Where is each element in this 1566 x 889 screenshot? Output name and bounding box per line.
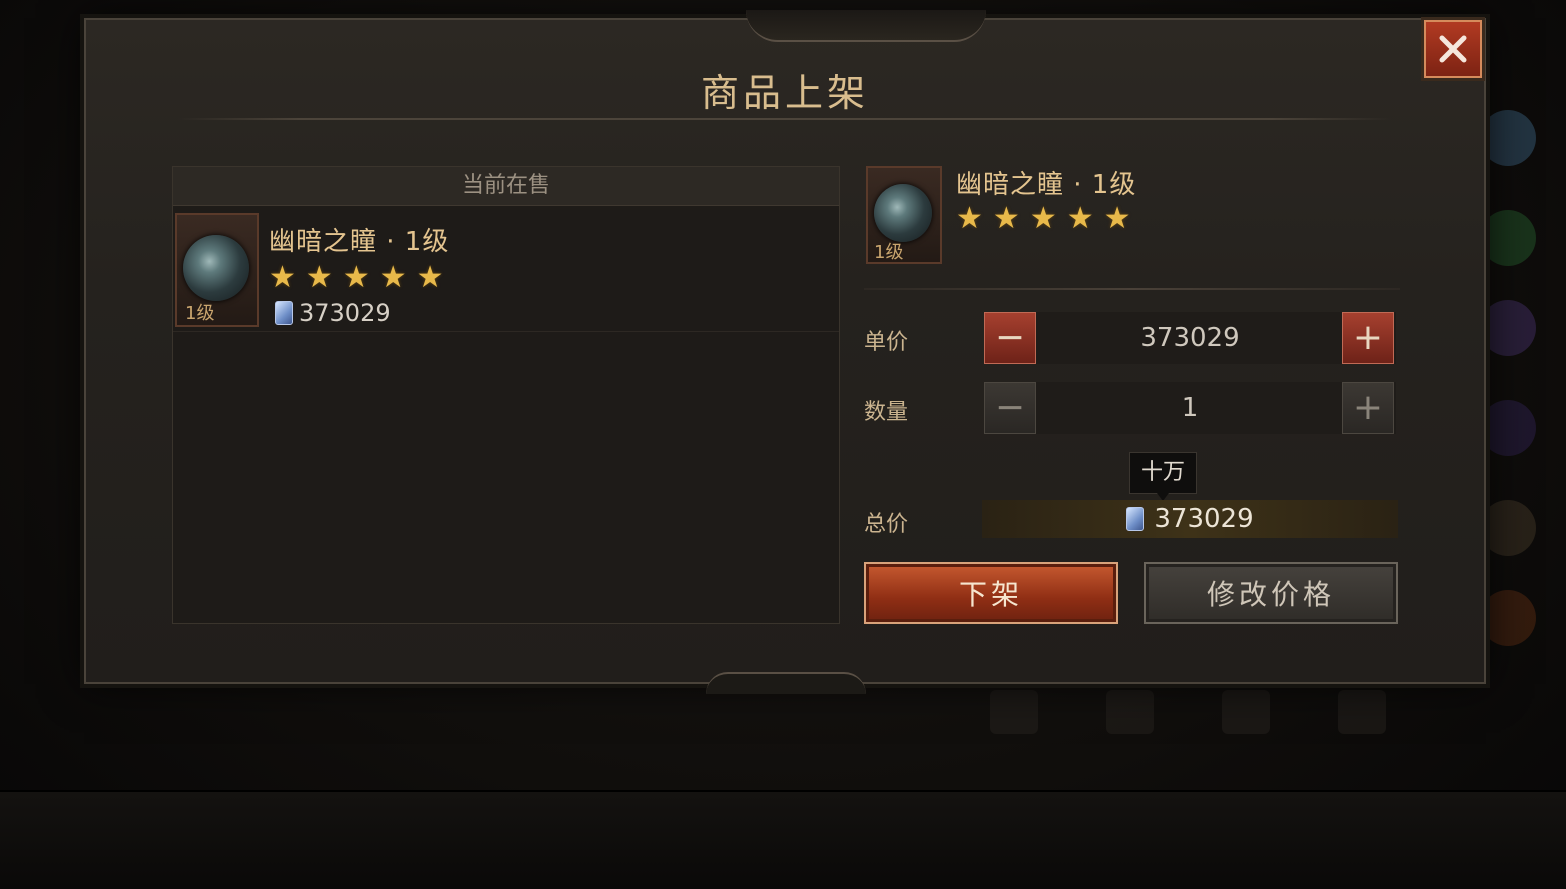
item-name: 幽暗之瞳 · 1级 — [269, 227, 450, 257]
item-level-tag: 1级 — [874, 242, 904, 263]
close-icon — [1439, 35, 1467, 63]
detail-divider — [864, 288, 1400, 290]
selected-item-slot: 1级 — [866, 166, 942, 264]
total-price-bar: 373029 — [982, 500, 1398, 538]
unit-price-decrease-button[interactable]: − — [984, 312, 1036, 364]
delist-button[interactable]: 下架 — [864, 562, 1118, 624]
star-icon: ★ — [342, 260, 370, 295]
side-orb-icon — [1480, 210, 1536, 266]
star-icon: ★ — [305, 260, 333, 295]
gem-icon — [1126, 507, 1145, 531]
current-sale-header: 当前在售 — [173, 167, 839, 206]
star-icon: ★ — [1029, 201, 1057, 236]
quantity-increase-button[interactable]: + — [1342, 382, 1394, 434]
close-button[interactable] — [1424, 20, 1482, 78]
item-level-tag: 1级 — [185, 303, 215, 324]
listing-price: 373029 — [275, 299, 391, 327]
star-icon: ★ — [992, 201, 1020, 236]
quantity-decrease-button[interactable]: − — [984, 382, 1036, 434]
crest-ornament-bottom — [706, 672, 866, 694]
total-price-value: 373029 — [1154, 504, 1254, 534]
dialog-title: 商品上架 — [700, 71, 869, 115]
current-sale-panel: 当前在售 1级 幽暗之瞳 · 1级 ★ ★ ★ ★ ★ 373029 — [172, 166, 840, 624]
star-rating: ★ ★ ★ ★ ★ — [269, 263, 444, 293]
modify-price-button[interactable]: 修改价格 — [1144, 562, 1398, 624]
quantity-value[interactable]: 1 — [1038, 382, 1342, 434]
quantity-stepper: − 1 + — [984, 382, 1396, 434]
star-icon: ★ — [416, 260, 444, 295]
selected-star-rating: ★ ★ ★ ★ ★ — [956, 204, 1131, 234]
unit-price-increase-button[interactable]: + — [1342, 312, 1394, 364]
star-icon: ★ — [269, 260, 296, 295]
dark-eye-orb-icon — [874, 184, 932, 242]
star-icon: ★ — [1066, 201, 1094, 236]
selected-item-name: 幽暗之瞳 · 1级 — [956, 170, 1137, 200]
listing-row[interactable]: 1级 幽暗之瞳 · 1级 ★ ★ ★ ★ ★ 373029 — [173, 213, 839, 332]
star-icon: ★ — [379, 260, 407, 295]
hud-icon — [990, 690, 1038, 734]
unit-price-value[interactable]: 373029 — [1038, 312, 1342, 364]
listing-price-value: 373029 — [299, 299, 391, 327]
title-divider — [178, 118, 1392, 120]
side-orb-icon — [1480, 590, 1536, 646]
star-icon: ★ — [1103, 201, 1131, 236]
side-orb-icon — [1480, 110, 1536, 166]
quantity-label: 数量 — [864, 400, 909, 425]
unit-price-label: 单价 — [864, 330, 909, 355]
unit-price-stepper: − 373029 + — [984, 312, 1396, 364]
crest-ornament — [746, 10, 986, 42]
bottom-bar — [0, 790, 1566, 889]
hud-icon — [1222, 690, 1270, 734]
gem-icon — [275, 301, 293, 325]
magnitude-tooltip: 十万 — [1129, 452, 1197, 501]
star-icon: ★ — [956, 201, 983, 236]
dark-eye-orb-icon — [183, 235, 249, 301]
total-label: 总价 — [864, 512, 909, 537]
side-orb-icon — [1480, 500, 1536, 556]
hud-icon — [1338, 690, 1386, 734]
side-orb-icon — [1480, 300, 1536, 356]
hud-icon — [1106, 690, 1154, 734]
side-orb-icon — [1480, 400, 1536, 456]
item-slot: 1级 — [175, 213, 259, 327]
